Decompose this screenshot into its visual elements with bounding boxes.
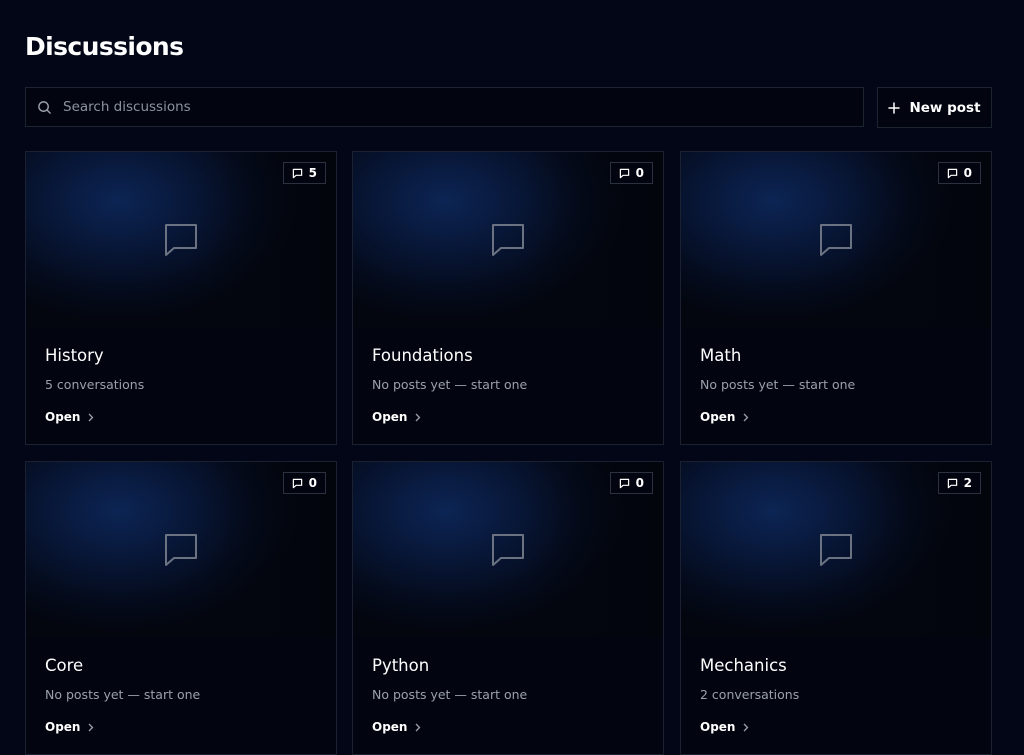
chevron-right-icon <box>88 723 94 732</box>
card-title: Core <box>45 656 84 675</box>
chevron-right-icon <box>415 723 421 732</box>
card-title: Foundations <box>372 346 473 365</box>
comment-count: 5 <box>308 166 317 180</box>
discussion-card[interactable]: 0 Math No posts yet — start one Open <box>680 151 992 445</box>
discussion-card[interactable]: 0 Core No posts yet — start one Open <box>25 461 337 755</box>
open-link[interactable]: Open <box>700 408 749 426</box>
open-label: Open <box>700 720 736 734</box>
card-subtitle: No posts yet — start one <box>372 377 528 392</box>
open-label: Open <box>372 410 408 424</box>
card-title: Python <box>372 656 430 675</box>
comment-count-badge: 2 <box>937 472 981 494</box>
card-title: Mechanics <box>700 656 787 675</box>
comment-count: 2 <box>963 476 972 490</box>
chevron-right-icon <box>743 723 749 732</box>
comment-icon <box>292 478 303 489</box>
comment-icon <box>292 168 303 179</box>
comment-count: 0 <box>635 166 644 180</box>
discussion-card[interactable]: 5 History 5 conversations Open <box>25 151 337 445</box>
comment-icon <box>619 478 630 489</box>
page-title: Discussions <box>25 32 184 61</box>
open-label: Open <box>372 720 408 734</box>
card-subtitle: No posts yet — start one <box>45 687 201 702</box>
comment-icon <box>619 168 630 179</box>
open-link[interactable]: Open <box>45 718 94 736</box>
comment-count-badge: 0 <box>609 162 653 184</box>
comment-icon <box>947 168 958 179</box>
discussion-card[interactable]: 0 Foundations No posts yet — start one O… <box>352 151 664 445</box>
open-label: Open <box>45 410 81 424</box>
card-subtitle: No posts yet — start one <box>372 687 528 702</box>
discussion-card[interactable]: 0 Python No posts yet — start one Open <box>352 461 664 755</box>
card-title: Math <box>700 346 742 365</box>
chat-bubble-icon <box>820 224 852 256</box>
new-post-button[interactable]: New post <box>877 87 992 128</box>
chat-bubble-icon <box>492 224 524 256</box>
discussion-card[interactable]: 2 Mechanics 2 conversations Open <box>680 461 992 755</box>
comment-count-badge: 0 <box>282 472 326 494</box>
comment-count-badge: 5 <box>282 162 326 184</box>
card-subtitle: No posts yet — start one <box>700 377 856 392</box>
card-title: History <box>45 346 104 365</box>
chevron-right-icon <box>88 413 94 422</box>
open-label: Open <box>45 720 81 734</box>
comment-count: 0 <box>635 476 644 490</box>
open-link[interactable]: Open <box>372 718 421 736</box>
search-box[interactable] <box>25 87 864 127</box>
chat-bubble-icon <box>165 224 197 256</box>
search-icon <box>37 99 53 115</box>
open-link[interactable]: Open <box>372 408 421 426</box>
card-subtitle: 2 conversations <box>700 687 800 702</box>
card-subtitle: 5 conversations <box>45 377 145 392</box>
new-post-label: New post <box>909 99 981 116</box>
open-link[interactable]: Open <box>45 408 94 426</box>
open-label: Open <box>700 410 736 424</box>
comment-count-badge: 0 <box>609 472 653 494</box>
comment-count-badge: 0 <box>937 162 981 184</box>
comment-icon <box>947 478 958 489</box>
chat-bubble-icon <box>165 534 197 566</box>
comment-count: 0 <box>963 166 972 180</box>
open-link[interactable]: Open <box>700 718 749 736</box>
chat-bubble-icon <box>820 534 852 566</box>
plus-icon <box>888 101 901 114</box>
search-input[interactable] <box>63 88 823 126</box>
chevron-right-icon <box>743 413 749 422</box>
chevron-right-icon <box>415 413 421 422</box>
comment-count: 0 <box>308 476 317 490</box>
chat-bubble-icon <box>492 534 524 566</box>
